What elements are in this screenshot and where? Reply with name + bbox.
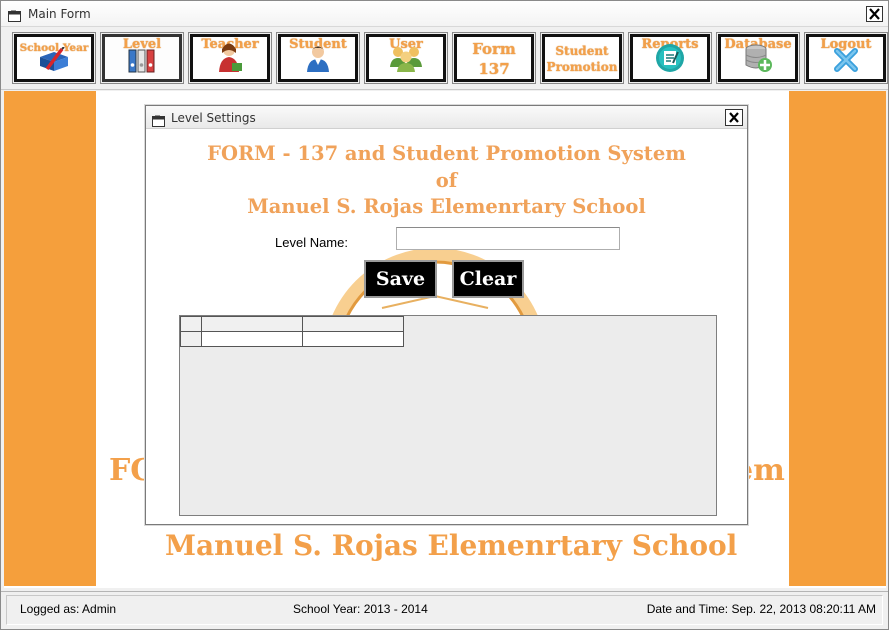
dialog-close-button[interactable] [725,109,743,126]
student-promotion-label-line1: Student [555,44,609,58]
window-title: Main Form [28,7,91,21]
teacher-icon [216,41,244,77]
table-cell[interactable] [201,331,303,347]
binders-icon [127,47,157,77]
header-system-name: FORM - 137 and Student Promotion System [207,142,686,165]
student-promotion-label-line2: Promotion [546,60,618,74]
save-button[interactable]: Save [364,260,437,298]
form-137-button[interactable]: Form 137 [452,32,536,84]
level-settings-dialog: Level Settings FORM - 137 and Student Pr… [145,105,748,525]
student-promotion-button[interactable]: Student Promotion [540,32,624,84]
table-row[interactable] [180,331,404,347]
header-of: of [435,168,458,192]
school-year-status: School Year: 2013 - 2014 [293,602,428,616]
form-icon [152,112,165,131]
level-button[interactable]: Level [100,32,184,84]
row-header-corner [180,316,202,332]
teacher-button[interactable]: Teacher [188,32,272,84]
user-button[interactable]: User [364,32,448,84]
student-icon [304,43,332,77]
main-form-window: Main Form School Year Level Teacher Stud… [0,0,889,630]
column-header[interactable] [201,316,303,332]
close-icon [729,112,739,123]
orange-side-panel-left [4,91,96,586]
level-name-label: Level Name: [275,235,348,250]
dialog-title-bar[interactable]: Level Settings [146,106,747,129]
database-button[interactable]: Database [716,32,800,84]
column-header[interactable] [302,316,404,332]
school-year-button[interactable]: School Year [12,32,96,84]
level-name-input[interactable] [396,227,620,250]
orange-side-panel-right [789,91,886,586]
form-137-label-line2: 137 [478,60,510,78]
background-school-name: Manuel S. Rojas Elemenrtary School [165,529,738,562]
levels-table [180,316,404,347]
logout-button[interactable]: Logout [804,32,888,84]
logged-user-status: Logged as: Admin [20,602,117,616]
reports-button[interactable]: Reports [628,32,712,84]
close-icon [869,8,880,20]
levels-data-grid[interactable] [179,315,717,516]
close-button[interactable] [866,6,883,22]
users-icon [389,43,423,77]
form-icon [8,7,21,22]
dialog-header: FORM - 137 and Student Promotion System … [146,141,747,221]
main-toolbar: School Year Level Teacher Student User [1,28,888,90]
date-time-status: Date and Time: Sep. 22, 2013 08:20:11 AM [646,602,876,616]
clear-button[interactable]: Clear [452,260,524,298]
logout-x-icon [833,47,859,77]
report-icon [655,43,685,77]
title-bar[interactable]: Main Form [1,1,888,27]
row-header[interactable] [180,331,202,347]
table-header-row [180,316,404,332]
student-button[interactable]: Student [276,32,360,84]
dialog-title: Level Settings [171,111,256,125]
database-icon [743,43,773,77]
book-pencil-icon [38,46,70,77]
form-137-label-line1: Form [472,40,516,58]
table-cell[interactable] [302,331,404,347]
header-school-name: Manuel S. Rojas Elemenrtary School [247,195,646,218]
status-bar: Logged as: Admin School Year: 2013 - 201… [1,591,888,629]
